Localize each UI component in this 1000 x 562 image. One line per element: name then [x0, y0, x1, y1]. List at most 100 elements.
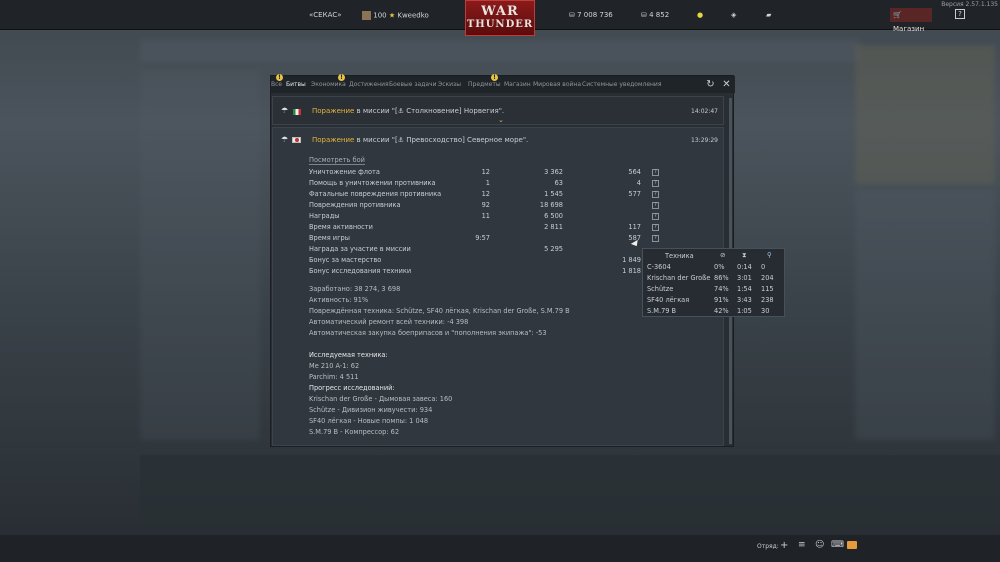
stat-label: Награда за участие в миссии	[309, 245, 411, 253]
top-bar: «СЕКАС» 100 ★ Kweedko WAR THUNDER ⛁ 7 00…	[0, 0, 1000, 36]
tooltip-activity: 86%	[714, 274, 729, 282]
earned-text: Заработано: 38 274, 3 698	[309, 285, 401, 293]
stat-silver: 5 295	[544, 245, 563, 253]
stat-label: Бонус исследования техники	[309, 267, 412, 275]
help-icon[interactable]: ?	[652, 224, 659, 231]
tooltip-rp: 30	[761, 307, 770, 315]
italy-flag-icon	[293, 109, 301, 115]
tooltip-activity: 91%	[714, 296, 729, 304]
stat-rp: 577	[628, 190, 641, 198]
alert-icon: !	[338, 74, 345, 81]
stat-rp: 564	[628, 168, 641, 176]
chevron-down-icon[interactable]: ⌄	[498, 116, 504, 124]
stat-count: 11	[481, 212, 490, 220]
star-icon: ★	[388, 11, 396, 20]
help-icon[interactable]: ?	[652, 213, 659, 220]
progress-item: SF40 лёгкая - Новые помпы: 1 048	[309, 417, 429, 425]
japan-flag-icon	[292, 137, 301, 143]
stat-label: Время игры	[309, 234, 350, 242]
stat-silver: 18 698	[539, 201, 563, 209]
tooltip-time: 0:14	[737, 263, 752, 271]
stat-count: 92	[481, 201, 490, 209]
stat-silver: 2 811	[544, 223, 563, 231]
stat-label: Бонус за мастерство	[309, 256, 382, 264]
progress-item: Schütze - Дивизион живучести: 934	[309, 406, 433, 414]
activity-text: Активность: 91%	[309, 296, 369, 304]
tooltip-name: Schütze	[647, 285, 674, 293]
stat-silver: 6 500	[544, 212, 563, 220]
view-battle-link[interactable]: Посмотреть бой	[309, 156, 365, 165]
research-item: Me 210 A-1: 62	[309, 362, 360, 370]
tooltip-time: 1:05	[737, 307, 752, 315]
tab-sketches[interactable]: Эскизы	[438, 81, 461, 88]
tab-system[interactable]: Системные уведомления	[582, 81, 661, 88]
research-item: Parchim: 4 511	[309, 373, 359, 381]
tab-economy[interactable]: Экономика	[311, 81, 346, 88]
notification-card[interactable]: ☂ Поражение в миссии "[⚓ Столкновение] Н…	[272, 96, 724, 125]
order-icon[interactable]: ◈	[731, 11, 736, 19]
parachute-icon: ☂	[281, 106, 289, 115]
tooltip-time: 3:01	[737, 274, 752, 282]
tab-store[interactable]: Магазин	[504, 81, 531, 88]
tooltip-name: S.M.79 B	[647, 307, 677, 315]
tooltip-rp: 238	[761, 296, 774, 304]
war-thunder-logo: WAR THUNDER	[465, 0, 535, 36]
help-button[interactable]: ?	[955, 9, 965, 19]
parachute-icon: ☂	[281, 135, 289, 144]
stat-row: Помощь в уничтожении противника 1 63 4	[309, 179, 659, 189]
tab-battles[interactable]: Битвы	[286, 81, 306, 88]
stat-rp: 1 818	[622, 267, 641, 275]
stat-count: 12	[481, 190, 490, 198]
tooltip-header: Техника	[665, 252, 694, 260]
version-text: Версия 2.57.1.135	[941, 1, 998, 8]
player-info[interactable]: 100 ★ Kweedko	[362, 11, 429, 20]
tooltip-activity: 74%	[714, 285, 729, 293]
shop-button[interactable]: 🛒Магазин	[890, 8, 932, 33]
contacts-icon[interactable]: ☺	[815, 540, 824, 550]
stat-rp: 117	[628, 223, 641, 231]
tooltip-name: C-3604	[647, 263, 671, 271]
tab-items[interactable]: Предметы	[468, 81, 501, 88]
chat-icon[interactable]: ⌨	[831, 540, 844, 550]
damaged-vehicles-text: Повреждённая техника: Schütze, SF40 лёгк…	[309, 307, 570, 315]
stat-silver: 1 545	[544, 190, 563, 198]
tab-world-war[interactable]: Мировая война	[533, 81, 581, 88]
purchase-text: Автоматическая закупка боеприпасов и "по…	[309, 329, 547, 337]
stat-silver: 3 362	[544, 168, 563, 176]
stat-row: Время активности 2 811 117	[309, 223, 659, 233]
timestamp: 14:02:47	[691, 108, 718, 115]
silver-balance: ⛁ 7 008 736	[569, 11, 613, 19]
help-icon[interactable]: ?	[652, 235, 659, 242]
gold-eagle-icon: ⛁	[641, 11, 647, 19]
tooltip-time: 3:43	[737, 296, 752, 304]
silver-icon: ⛁	[569, 11, 575, 19]
avatar	[362, 11, 371, 20]
research-title: Исследуемая техника:	[309, 351, 388, 359]
tab-battle-tasks[interactable]: Боевые задачи	[389, 81, 437, 88]
tab-all[interactable]: Все	[271, 81, 282, 88]
tooltip-name: Krischan der Große	[647, 274, 711, 282]
stat-row: Бонус за мастерство 1 849	[309, 256, 659, 266]
help-icon[interactable]: ?	[652, 180, 659, 187]
help-icon[interactable]: ?	[652, 169, 659, 176]
mail-icon[interactable]	[847, 541, 857, 549]
help-icon[interactable]: ?	[652, 191, 659, 198]
stat-label: Время активности	[309, 223, 373, 231]
premium-bulb-icon[interactable]: ●	[697, 11, 703, 19]
coupon-icon[interactable]: ▰	[766, 11, 771, 19]
help-icon[interactable]: ?	[652, 202, 659, 209]
tooltip-rp: 204	[761, 274, 774, 282]
vehicle-tooltip: Техника ⊘ ⧗ ⚲ C-3604 0% 0:14 0 Krischan der …	[642, 248, 785, 317]
add-icon[interactable]: +	[780, 540, 788, 551]
cart-icon: 🛒	[893, 11, 902, 19]
close-icon[interactable]: ✕	[721, 79, 732, 90]
stat-row: Бонус исследования техники 1 818	[309, 267, 659, 277]
tab-achievements[interactable]: Достижения	[349, 81, 389, 88]
menu-icon[interactable]: ≡	[798, 540, 806, 550]
squad-label: Отряд:	[757, 543, 779, 550]
progress-title: Прогресс исследований:	[309, 384, 395, 392]
defeat-label: Поражение	[312, 136, 355, 144]
alert-icon: !	[276, 74, 283, 81]
stat-row: Повреждения противника 92 18 698	[309, 201, 659, 211]
refresh-icon[interactable]: ↻	[705, 79, 716, 90]
